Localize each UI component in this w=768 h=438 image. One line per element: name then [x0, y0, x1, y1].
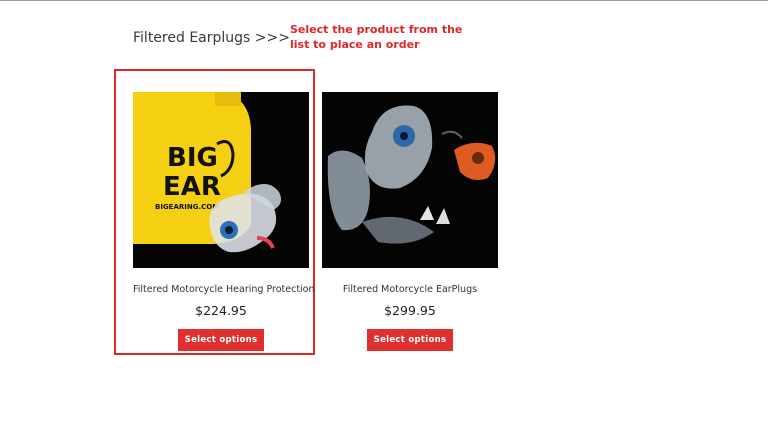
- select-options-button[interactable]: Select options: [178, 329, 264, 351]
- logo-url-text: BIGEARING.COM: [155, 203, 219, 211]
- select-options-button[interactable]: Select options: [367, 329, 453, 351]
- logo-big-text: BIG: [167, 143, 218, 173]
- product-name[interactable]: Filtered Motorcycle EarPlugs: [322, 284, 498, 295]
- logo-ear-text: EAR: [163, 172, 221, 202]
- product-price: $299.95: [384, 303, 436, 318]
- instruction-annotation: Select the product from the list to plac…: [290, 23, 463, 51]
- product-name[interactable]: Filtered Motorcycle Hearing Protection: [133, 284, 315, 295]
- top-divider: [0, 0, 768, 1]
- product-image-hearing-protection[interactable]: BIG EAR BIGEARING.COM: [133, 92, 309, 268]
- section-title: Filtered Earplugs >>>: [133, 30, 290, 46]
- product-image-motorcycle-earplugs[interactable]: [322, 92, 498, 268]
- product-card-motorcycle-earplugs: Filtered Motorcycle EarPlugs $299.95 Sel…: [322, 92, 498, 351]
- product-price: $224.95: [195, 303, 247, 318]
- product-card-hearing-protection: BIG EAR BIGEARING.COM Filtered Motorcycl…: [133, 92, 315, 351]
